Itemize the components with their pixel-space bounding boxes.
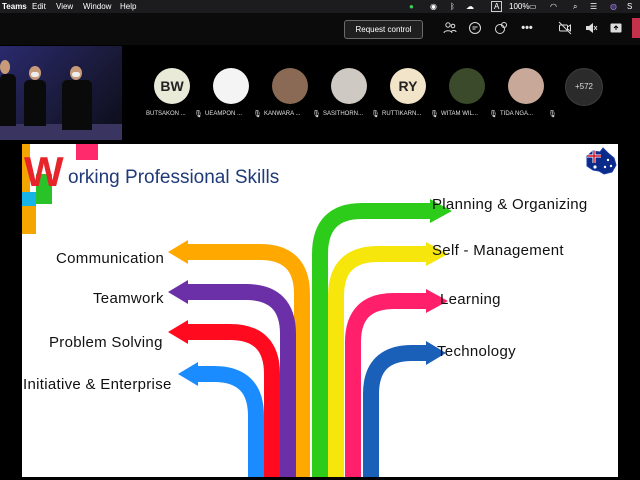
more-participants-button[interactable]: +572: [565, 68, 603, 106]
request-control-button[interactable]: Request control: [344, 20, 423, 39]
presenter-video-tile[interactable]: [0, 46, 122, 140]
avatar: [272, 68, 308, 104]
person-silhouette: [24, 80, 46, 126]
person-silhouette: [62, 80, 92, 130]
skill-communication: Communication: [56, 250, 165, 267]
avatar: [449, 68, 485, 104]
menu-window[interactable]: Window: [83, 0, 111, 13]
arrow-initiative-enterprise: [178, 362, 264, 477]
avatar: [508, 68, 544, 104]
menu-edit[interactable]: Edit: [32, 0, 46, 13]
meeting-toolbar: [0, 13, 640, 45]
person-head: [0, 60, 10, 74]
people-icon[interactable]: [443, 21, 457, 35]
wifi-icon[interactable]: ◠: [550, 0, 557, 13]
bluetooth-icon[interactable]: ᛒ: [450, 0, 455, 13]
mic-off-icon: 🎙: [371, 111, 380, 118]
avatar: BW: [154, 68, 190, 104]
skills-arrows-diagram: [168, 199, 452, 477]
clock-text-partial: S: [627, 2, 633, 11]
menu-bar: Teams Edit View Window Help ● ◉ ᛒ ☁ A 10…: [0, 0, 640, 13]
cloud-icon[interactable]: ☁: [466, 0, 474, 13]
skill-teamwork: Teamwork: [93, 290, 164, 307]
menu-view[interactable]: View: [56, 0, 73, 13]
battery-text: 100%: [509, 2, 530, 11]
mic-off-icon: 🎙: [548, 111, 557, 118]
activity-icon[interactable]: ◉: [430, 0, 437, 13]
avatar: [331, 68, 367, 104]
speaker-off-icon[interactable]: [584, 21, 598, 35]
battery-icon[interactable]: ▭: [529, 0, 537, 13]
skill-learning: Learning: [440, 291, 501, 308]
input-source-icon[interactable]: A: [491, 1, 503, 12]
more-icon[interactable]: •••: [520, 21, 534, 35]
skill-initiative-enterprise: Initiative & Enterprise: [23, 376, 172, 393]
face-mask: [31, 72, 39, 77]
skill-planning-organizing: Planning & Organizing: [432, 196, 588, 213]
shared-slide: W orking Professional Skills Communicati…: [22, 144, 618, 477]
reactions-icon[interactable]: [494, 21, 508, 35]
hang-up-button[interactable]: [632, 18, 640, 38]
skill-self-management: Self - Management: [432, 242, 564, 259]
control-center-icon[interactable]: ☰: [590, 0, 597, 13]
face-mask: [72, 72, 80, 77]
share-icon[interactable]: [609, 21, 623, 35]
spotlight-icon[interactable]: ⌕: [573, 0, 577, 13]
chat-icon[interactable]: [468, 21, 482, 35]
siri-icon[interactable]: ◍: [610, 0, 617, 13]
avatar: RY: [390, 68, 426, 104]
menu-help[interactable]: Help: [120, 0, 136, 13]
app-menu-teams[interactable]: Teams: [2, 0, 27, 13]
skill-problem-solving: Problem Solving: [49, 334, 163, 351]
mic-off-icon: 🎙: [253, 111, 262, 118]
mic-off-icon: 🎙: [430, 111, 439, 118]
arrow-technology: [363, 341, 446, 477]
stage-floor: [0, 124, 122, 140]
avatar: [213, 68, 249, 104]
mic-off-icon: 🎙: [312, 111, 321, 118]
mic-off-icon: 🎙: [194, 111, 203, 118]
person-silhouette: [0, 74, 16, 126]
mic-off-icon: 🎙: [489, 111, 498, 118]
camera-off-icon[interactable]: [558, 21, 572, 35]
onedrive-icon[interactable]: ●: [409, 0, 414, 13]
skill-technology: Technology: [437, 343, 516, 360]
